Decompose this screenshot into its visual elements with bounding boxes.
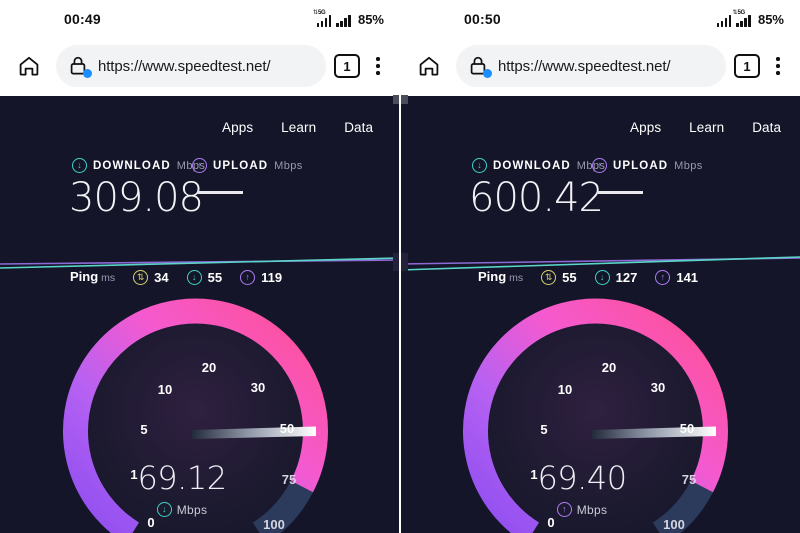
status-bar-left: 00:49 ⇅ 5G 85%: [0, 0, 400, 36]
upload-unit: Mbps: [274, 159, 303, 172]
url-text: https://www.speedtest.net/: [98, 57, 271, 75]
nav-item-apps[interactable]: Apps: [630, 120, 661, 135]
upload-unit: Mbps: [674, 159, 703, 172]
5g-signal-icon: ⇅ 5G: [732, 10, 751, 27]
gauge-tick-30: 30: [651, 380, 665, 395]
gauge-tick-10: 10: [558, 382, 572, 397]
5g-signal-icon: ⇅ 5G: [313, 10, 332, 27]
results-summary-left: ↓ DOWNLOAD Mbps 309.08 ↑ UPLOAD Mbps: [0, 158, 400, 218]
lock-icon[interactable]: [468, 55, 492, 78]
nav-item-data[interactable]: Data: [344, 120, 373, 135]
browser-toolbar-left: https://www.speedtest.net/ 1: [0, 36, 400, 96]
screenshot-root: 00:49 ⇅ 5G 85% https://www.speedtest.net…: [0, 0, 800, 533]
site-info-dot: [83, 69, 92, 78]
nav-item-learn[interactable]: Learn: [689, 120, 724, 135]
speedtest-page-left: Apps Learn Data A ↓ DOWNLOAD Mbps 3: [0, 96, 400, 533]
gauge-unit-row: ↑ Mbps: [400, 502, 782, 517]
gauge-unit-row: ↓ Mbps: [0, 502, 382, 517]
site-nav-left: Apps Learn Data A: [0, 114, 400, 140]
pane-divider: [399, 0, 401, 533]
kebab-menu-icon[interactable]: [366, 51, 390, 81]
gauge-current-value: 69.12: [137, 459, 227, 497]
status-time: 00:49: [64, 11, 101, 27]
upload-result: ↑ UPLOAD Mbps: [176, 158, 352, 218]
download-result: ↓ DOWNLOAD Mbps 309.08: [0, 158, 205, 221]
status-indicators: ⇅ 5G 85%: [716, 10, 784, 27]
gauge-tick-0: 0: [547, 515, 554, 530]
lock-icon[interactable]: [68, 55, 92, 78]
gauge-tick-10: 10: [158, 382, 172, 397]
gauge-tick-5: 5: [140, 422, 147, 437]
nav-item-learn[interactable]: Learn: [281, 120, 316, 135]
url-text: https://www.speedtest.net/: [498, 57, 671, 75]
gauge-tick-20: 20: [202, 360, 216, 375]
upload-label: UPLOAD: [613, 159, 669, 172]
upload-label: UPLOAD: [213, 159, 269, 172]
gauge-tick-100: 100: [663, 517, 685, 532]
upload-circle-icon: ↑: [592, 158, 607, 173]
tab-count-button[interactable]: 1: [334, 54, 360, 78]
download-result: ↓ DOWNLOAD Mbps 600.42: [400, 158, 605, 221]
upload-pending-dash: [598, 191, 643, 194]
gauge-tick-0: 0: [147, 515, 154, 530]
status-time: 00:50: [464, 11, 501, 27]
kebab-menu-icon[interactable]: [766, 51, 790, 81]
battery-percent: 85%: [357, 12, 384, 27]
results-summary-right: ↓ DOWNLOAD Mbps 600.42 ↑ UPLOAD Mbps: [400, 158, 800, 218]
nav-item-data[interactable]: Data: [752, 120, 781, 135]
download-circle-icon: ↓: [156, 502, 172, 517]
battery-percent: 85%: [757, 12, 784, 27]
gauge-tick-100: 100: [263, 517, 285, 532]
upload-pending-dash: [198, 191, 243, 194]
home-icon[interactable]: [10, 47, 48, 85]
tab-count-button[interactable]: 1: [734, 54, 760, 78]
upload-result: ↑ UPLOAD Mbps: [576, 158, 752, 218]
download-circle-icon: ↓: [72, 158, 87, 173]
gauge-tick-5: 5: [540, 422, 547, 437]
gauge-unit-label: Mbps: [176, 502, 208, 517]
gauge-unit-label: Mbps: [576, 502, 608, 517]
download-value: 309.08: [69, 175, 204, 221]
speedtest-page-right: Apps Learn Data A ↓ DOWNLOAD Mbps 6: [400, 96, 800, 533]
device-screen-right: 00:50 ⇅ 5G 85% https://www.speedtest.net…: [400, 0, 800, 533]
nav-item-apps[interactable]: Apps: [222, 120, 253, 135]
speed-gauge-left: 1 5 10 20 30 50 75 100 0 69.12 ↓ Mbps: [0, 284, 400, 533]
signal-bars-icon: [336, 15, 351, 27]
upload-circle-icon: ↑: [556, 502, 572, 517]
site-info-dot: [483, 69, 492, 78]
signal-bars-icon: [716, 15, 732, 27]
status-bar-right: 00:50 ⇅ 5G 85%: [400, 0, 800, 36]
download-label: DOWNLOAD: [493, 159, 571, 172]
upload-circle-icon: ↑: [192, 158, 207, 173]
download-circle-icon: ↓: [472, 158, 487, 173]
browser-toolbar-right: https://www.speedtest.net/ 1: [400, 36, 800, 96]
browser-chrome-right: 00:50 ⇅ 5G 85% https://www.speedtest.net…: [400, 0, 800, 96]
browser-chrome-left: 00:49 ⇅ 5G 85% https://www.speedtest.net…: [0, 0, 400, 96]
status-indicators: ⇅ 5G 85%: [313, 10, 384, 27]
gauge-tick-50: 50: [680, 421, 694, 436]
url-bar[interactable]: https://www.speedtest.net/: [456, 45, 726, 87]
gauge-current-value: 69.40: [537, 459, 627, 497]
speed-gauge-right: 1 5 10 20 30 50 75 100 0 69.40 ↑ Mbps: [400, 284, 800, 533]
device-screen-left: 00:49 ⇅ 5G 85% https://www.speedtest.net…: [0, 0, 400, 533]
download-label: DOWNLOAD: [93, 159, 171, 172]
gauge-tick-30: 30: [251, 380, 265, 395]
site-nav-right: Apps Learn Data A: [400, 114, 800, 140]
download-value: 600.42: [469, 175, 604, 221]
home-icon[interactable]: [410, 47, 448, 85]
url-bar[interactable]: https://www.speedtest.net/: [56, 45, 326, 87]
gauge-tick-20: 20: [602, 360, 616, 375]
gauge-tick-50: 50: [280, 421, 294, 436]
